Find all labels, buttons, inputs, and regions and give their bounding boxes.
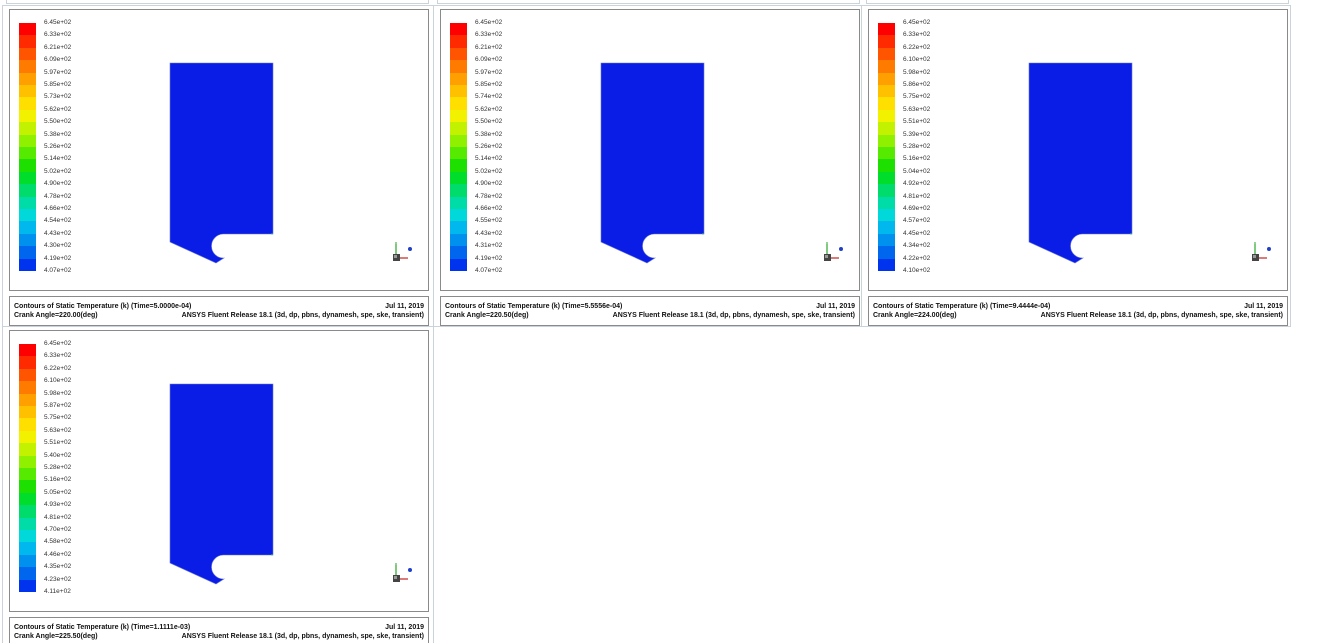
cylinder-geometry xyxy=(169,62,274,264)
release-info: ANSYS Fluent Release 18.1 (3d, dp, pbns,… xyxy=(181,633,424,640)
plot-caption: Contours of Static Temperature (k) (Time… xyxy=(868,296,1288,326)
crank-angle: Crank Angle=220.00(deg) xyxy=(14,312,98,319)
contour-plot[interactable]: 6.45e+02 6.33e+02 6.22e+02 6.10e+02 5.98e+02… xyxy=(868,9,1288,291)
contour-panel-1[interactable]: 6.45e+02 6.33e+02 6.21e+02 6.09e+02 5.97e+02… xyxy=(9,9,429,327)
contour-plot[interactable]: 6.45e+02 6.33e+02 6.22e+02 6.10e+02 5.98e+02… xyxy=(9,330,429,612)
contour-panel-2[interactable]: 6.45e+02 6.33e+02 6.21e+02 6.09e+02 5.97e+02… xyxy=(440,9,860,327)
plot-caption: Contours of Static Temperature (k) (Time… xyxy=(9,617,429,643)
plot-caption: Contours of Static Temperature (k) (Time… xyxy=(440,296,860,326)
release-info: ANSYS Fluent Release 18.1 (3d, dp, pbns,… xyxy=(612,312,855,319)
crank-angle: Crank Angle=225.50(deg) xyxy=(14,633,98,640)
results-gallery: 6.45e+02 6.33e+02 6.21e+02 6.09e+02 5.97e+02… xyxy=(0,0,1344,643)
release-info: ANSYS Fluent Release 18.1 (3d, dp, pbns,… xyxy=(181,312,424,319)
contour-panel-3[interactable]: 6.45e+02 6.33e+02 6.22e+02 6.10e+02 5.98e+02… xyxy=(868,9,1288,327)
axis-triad-icon xyxy=(824,242,843,261)
contour-plot[interactable]: 6.45e+02 6.33e+02 6.21e+02 6.09e+02 5.97e+02… xyxy=(9,9,429,291)
release-info: ANSYS Fluent Release 18.1 (3d, dp, pbns,… xyxy=(1040,312,1283,319)
axis-triad-icon xyxy=(1252,242,1271,261)
temperature-contour-region xyxy=(169,62,274,264)
previous-row-cell-edge xyxy=(866,0,1289,4)
cylinder-geometry xyxy=(169,383,274,585)
plot-caption: Contours of Static Temperature (k) (Time… xyxy=(9,296,429,326)
previous-row-cell-edge xyxy=(6,0,429,4)
temperature-contour-region xyxy=(600,62,705,264)
crank-angle: Crank Angle=220.50(deg) xyxy=(445,312,529,319)
temperature-contour-region xyxy=(169,383,274,585)
axis-triad-icon xyxy=(393,242,412,261)
crank-angle: Crank Angle=224.00(deg) xyxy=(873,312,957,319)
contour-panel-4[interactable]: 6.45e+02 6.33e+02 6.22e+02 6.10e+02 5.98e+02… xyxy=(9,330,429,643)
cylinder-geometry xyxy=(600,62,705,264)
contour-plot[interactable]: 6.45e+02 6.33e+02 6.21e+02 6.09e+02 5.97e+02… xyxy=(440,9,860,291)
previous-row-cell-edge xyxy=(437,0,860,4)
cylinder-geometry xyxy=(1028,62,1133,264)
axis-triad-icon xyxy=(393,563,412,582)
temperature-contour-region xyxy=(1028,62,1133,264)
